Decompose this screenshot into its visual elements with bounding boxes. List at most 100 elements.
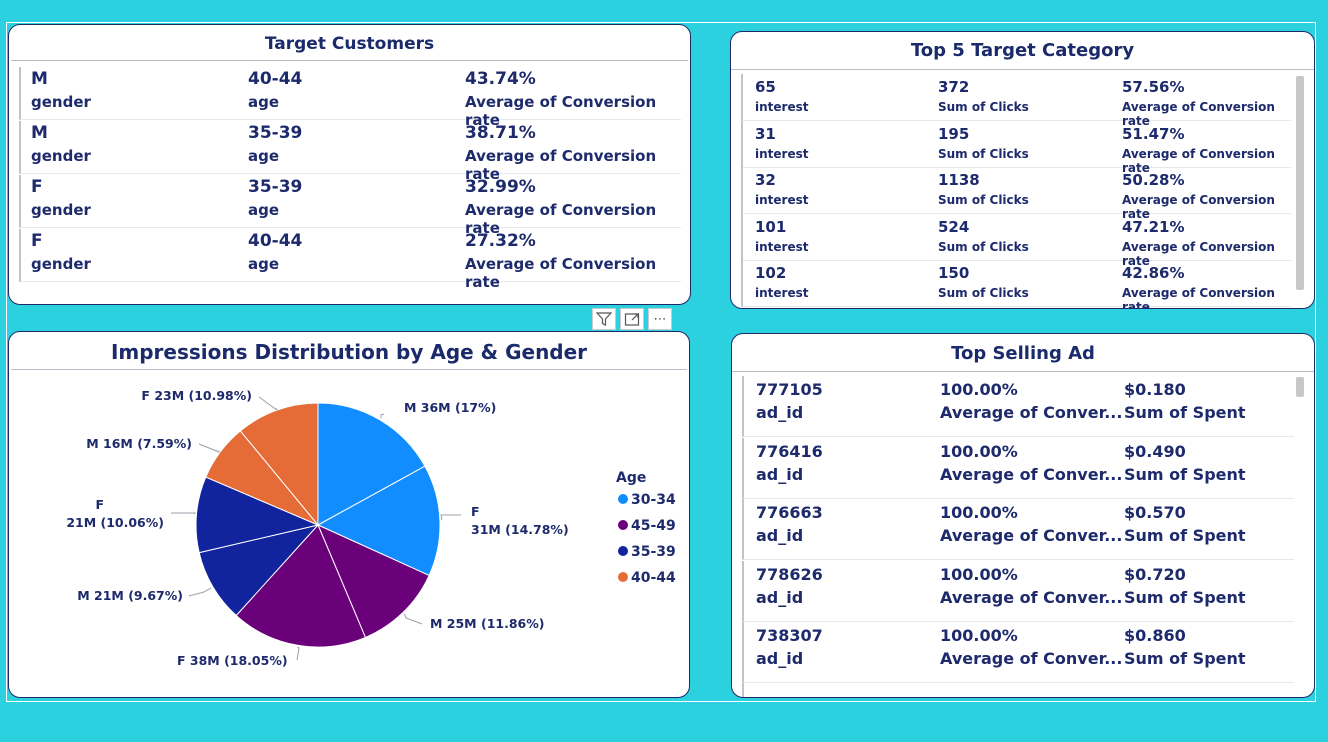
age-value: 40-44 <box>248 69 303 89</box>
pie-data-label: M 21M (9.67%) <box>77 588 183 603</box>
top-selling-title: Top Selling Ad <box>732 334 1314 372</box>
pie-data-label: M 25M (11.86%) <box>430 616 544 631</box>
spent-value: $0.490 <box>1124 441 1186 461</box>
conv-label: Average of Conver... <box>940 464 1123 484</box>
table-row[interactable]: 31 interest 195 Sum of Clicks 51.47% Average … <box>741 120 1291 175</box>
target-customers-card[interactable]: Target Customers Mgender 40-44 age 43.74% Av… <box>8 24 691 305</box>
conv-label: Average of Conver... <box>940 587 1123 607</box>
rate-value: 50.28% <box>1122 171 1185 189</box>
interest-label: interest <box>755 100 809 114</box>
ad_id-label: ad_id <box>756 526 804 545</box>
pie-data-label: M 16M (7.59%) <box>86 436 192 451</box>
top5-scrollbar[interactable] <box>1296 76 1304 290</box>
ad_id-value: 778626 <box>756 564 823 584</box>
gender-value: M <box>31 123 48 143</box>
age-label: age <box>248 255 280 273</box>
ad_id-value: 776663 <box>756 503 823 522</box>
table-row[interactable]: Fgender 40-44 age 27.32% Average of Conversi… <box>19 229 681 291</box>
interest-label: interest <box>755 286 809 300</box>
interest-value: 32 <box>755 171 776 189</box>
spent-label: Sum of Spent <box>1124 649 1246 668</box>
ad_id-label: ad_id <box>756 649 804 668</box>
table-row-clipped[interactable] <box>742 683 1294 697</box>
filter-icon[interactable] <box>592 308 616 330</box>
legend-swatch[interactable] <box>618 572 628 582</box>
gender-label: gender <box>31 201 91 219</box>
legend-item[interactable]: 35-39 <box>631 544 676 560</box>
pie-leader-line <box>380 413 385 419</box>
legend-swatch[interactable] <box>618 520 628 530</box>
pie-data-label: F 38M (18.05%) <box>177 653 288 668</box>
pie-chart: M 36M (17%) F 31M (14.78%) M 25M (11.86%) F … <box>66 388 676 668</box>
conv-value: 100.00% <box>940 380 1018 399</box>
rate-value: 32.99% <box>465 177 536 197</box>
conv-label: Average of Conver... <box>940 403 1123 422</box>
gender-label: gender <box>31 93 91 111</box>
clicks-label: Sum of Clicks <box>938 193 1029 207</box>
legend-item[interactable]: 30-34 <box>631 492 676 508</box>
rate-value: 51.47% <box>1122 124 1185 143</box>
gender-value: F <box>31 231 43 251</box>
clicks-label: Sum of Clicks <box>938 239 1029 254</box>
interest-value: 102 <box>755 264 787 282</box>
interest-value: 101 <box>755 217 787 236</box>
table-row[interactable]: Mgender 35-39 age 38.71% Average of Conversi… <box>19 121 681 183</box>
legend-swatch[interactable] <box>618 494 628 504</box>
conv-value: 100.00% <box>940 564 1018 584</box>
clicks-value: 150 <box>938 264 970 282</box>
legend-item[interactable]: 40-44 <box>631 570 676 586</box>
table-row[interactable]: 776663 ad_id 100.00% Average of Conver... $0… <box>742 499 1294 560</box>
age-label: age <box>248 201 280 219</box>
rate-value: 43.74% <box>465 69 536 89</box>
clicks-label: Sum of Clicks <box>938 100 1029 114</box>
interest-label: interest <box>755 239 809 254</box>
table-row[interactable]: 32 interest 1138 Sum of Clicks 50.28% Average… <box>741 167 1291 221</box>
clicks-value: 524 <box>938 217 970 236</box>
age-label: age <box>248 147 280 165</box>
conv-label: Average of Conver... <box>940 526 1123 545</box>
top5-title: Top 5 Target Category <box>731 32 1314 70</box>
ad_id-label: ad_id <box>756 464 804 484</box>
ad_id-value: 777105 <box>756 380 823 399</box>
ad_id-value: 738307 <box>756 626 823 645</box>
gender-label: gender <box>31 255 91 273</box>
table-row[interactable]: 101 interest 524 Sum of Clicks 47.21% Average… <box>741 213 1291 268</box>
rate-label: Average of Conversion rate <box>465 255 657 291</box>
clicks-value: 1138 <box>938 171 980 189</box>
legend-item[interactable]: 45-49 <box>631 518 676 534</box>
table-row[interactable]: Fgender 35-39 age 32.99% Average of Conversi… <box>19 175 681 237</box>
interest-value: 65 <box>755 78 776 96</box>
age-value: 35-39 <box>248 123 303 143</box>
more-options-icon[interactable]: ⋯ <box>648 308 672 330</box>
top-selling-scrollbar[interactable] <box>1296 377 1304 397</box>
table-row[interactable]: Mgender 40-44 age 43.74% Average of Conversi… <box>19 67 681 129</box>
rate-label: Average of Conversion rate <box>1122 286 1275 309</box>
gender-value: M <box>31 69 48 89</box>
top5-target-category-card[interactable]: Top 5 Target Category 65 interest 372 Sum o… <box>730 31 1315 309</box>
legend-swatch[interactable] <box>618 546 628 556</box>
spent-value: $0.570 <box>1124 503 1186 522</box>
table-row[interactable]: 776416 ad_id 100.00% Average of Conver... $0… <box>742 437 1294 499</box>
spent-value: $0.180 <box>1124 380 1186 399</box>
table-row[interactable]: 778626 ad_id 100.00% Average of Conver... $0… <box>742 560 1294 622</box>
clicks-label: Sum of Clicks <box>938 286 1029 300</box>
conv-value: 100.00% <box>940 503 1018 522</box>
focus-mode-icon[interactable] <box>620 308 644 330</box>
table-row[interactable]: 65 interest 372 Sum of Clicks 57.56% Average … <box>741 74 1291 128</box>
target-customers-title: Target Customers <box>11 25 688 61</box>
table-row[interactable]: 102 interest 150 Sum of Clicks 42.86% Average… <box>741 260 1291 309</box>
conv-value: 100.00% <box>940 441 1018 461</box>
table-row[interactable]: 777105 ad_id 100.00% Average of Conver... $0… <box>742 376 1294 437</box>
rate-value: 42.86% <box>1122 264 1185 282</box>
impressions-pie-card[interactable]: Impressions Distribution by Age & Gender… <box>8 331 690 698</box>
legend-title: Age <box>616 470 646 486</box>
top-selling-ad-card[interactable]: Top Selling Ad 777105 ad_id 100.00% Average… <box>731 333 1315 698</box>
spent-value: $0.720 <box>1124 564 1186 584</box>
pie-leader-line <box>188 587 212 597</box>
pie-data-label: F 23M (10.98%) <box>141 388 252 403</box>
clicks-value: 372 <box>938 78 970 96</box>
age-label: age <box>248 93 280 111</box>
spent-label: Sum of Spent <box>1124 587 1246 607</box>
gender-value: F <box>31 177 43 197</box>
table-row[interactable]: 738307 ad_id 100.00% Average of Conver... $0… <box>742 622 1294 683</box>
